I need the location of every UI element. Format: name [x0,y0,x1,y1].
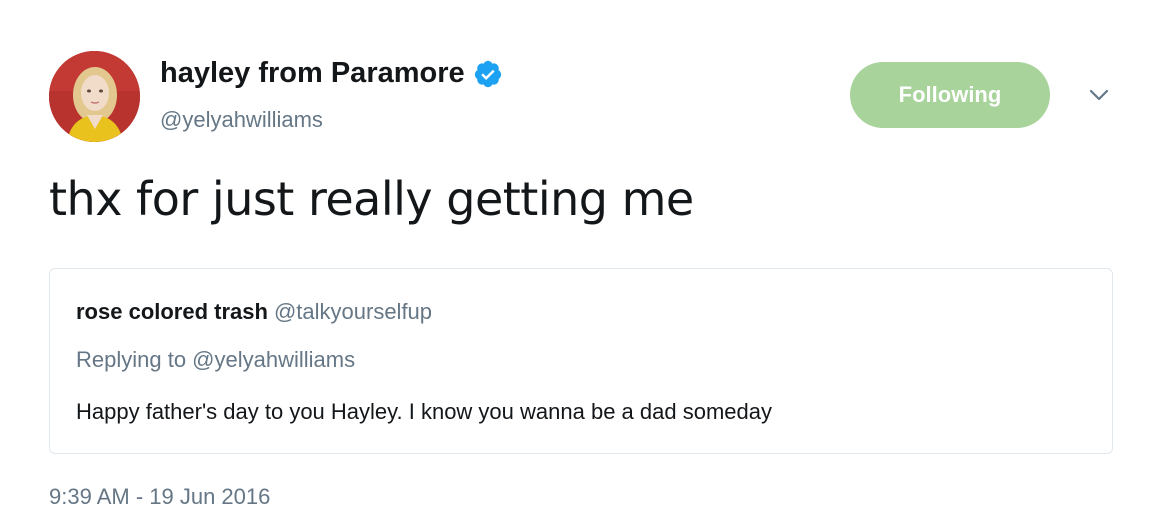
avatar-image [49,51,140,142]
author-name-text: hayley from Paramore [160,57,465,89]
tweet-card: hayley from Paramore @yelyahwilliams Fol… [0,0,1170,522]
author-avatar[interactable] [49,51,140,142]
author-display-name[interactable]: hayley from Paramore [160,57,503,90]
quoted-tweet[interactable]: rose colored trash @talkyourselfup Replyi… [49,268,1113,454]
author-handle[interactable]: @yelyahwilliams [160,107,323,133]
replying-to-text: Replying to @yelyahwilliams [76,347,356,372]
tweet-timestamp[interactable]: 9:39 AM - 19 Jun 2016 [49,484,270,510]
tweet-text: thx for just really getting me [49,172,694,226]
quoted-author-handle: @talkyourselfup [273,299,433,324]
verified-badge-icon [473,59,503,89]
chevron-down-icon[interactable] [1084,84,1114,106]
following-button[interactable]: Following [850,62,1050,128]
quoted-author-name: rose colored trash [76,299,268,324]
quoted-tweet-text: Happy father's day to you Hayley. I know… [76,399,772,424]
quoted-tweet-header: rose colored trash @talkyourselfup [76,299,432,325]
